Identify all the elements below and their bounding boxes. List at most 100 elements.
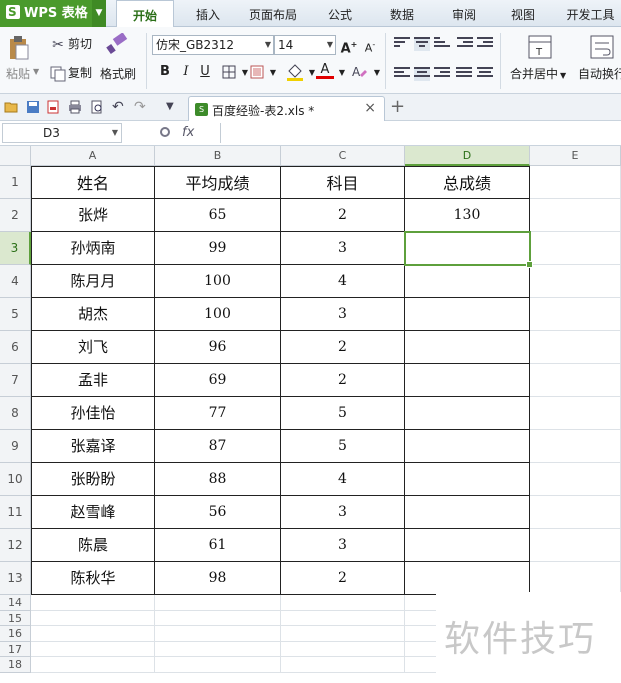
row-header[interactable]: 18	[0, 657, 31, 673]
empty-cell[interactable]	[31, 657, 155, 673]
format-painter-label[interactable]: 格式刷	[100, 65, 136, 82]
chevron-down-icon[interactable]: ▼	[92, 0, 106, 27]
italic-button[interactable]: I	[177, 63, 195, 81]
app-menu-button[interactable]: WPS 表格 ▼	[0, 0, 106, 27]
table-cell[interactable]: 陈晨	[31, 529, 155, 562]
empty-cell[interactable]	[155, 641, 281, 657]
table-cell[interactable]: 100	[155, 298, 281, 331]
row-header[interactable]: 8	[0, 397, 31, 430]
table-cell[interactable]: 4	[281, 463, 405, 496]
chevron-down-icon[interactable]: ▼	[264, 64, 282, 82]
ribbon-tab[interactable]: 审阅	[446, 0, 482, 27]
empty-cell[interactable]	[530, 529, 621, 562]
table-cell[interactable]: 5	[281, 397, 405, 430]
table-cell[interactable]: 2	[281, 562, 405, 595]
name-box[interactable]: D3 ▼	[2, 123, 122, 143]
ribbon-tab[interactable]: 插入	[188, 0, 228, 27]
row-header[interactable]: 9	[0, 430, 31, 463]
table-cell[interactable]	[405, 364, 530, 397]
ribbon-tab[interactable]: 数据	[384, 0, 420, 27]
ribbon-tab[interactable]: 页面布局	[240, 0, 306, 27]
chevron-down-icon[interactable]: ▼	[112, 124, 118, 142]
empty-cell[interactable]	[31, 595, 155, 611]
select-all-corner[interactable]	[0, 146, 31, 166]
row-header[interactable]: 12	[0, 529, 31, 562]
table-header-cell[interactable]: 总成绩	[405, 166, 530, 199]
row-header[interactable]: 5	[0, 298, 31, 331]
table-cell[interactable]: 56	[155, 496, 281, 529]
grow-font-icon[interactable]: A+	[340, 36, 358, 56]
font-color-button[interactable]: A	[316, 61, 334, 79]
table-cell[interactable]: 2	[281, 364, 405, 397]
table-header-cell[interactable]: 平均成绩	[155, 166, 281, 199]
table-cell[interactable]: 赵雪峰	[31, 496, 155, 529]
empty-cell[interactable]	[530, 463, 621, 496]
table-cell[interactable]: 96	[155, 331, 281, 364]
wrap-text-icon[interactable]	[590, 35, 614, 59]
table-cell[interactable]: 张嘉译	[31, 430, 155, 463]
empty-cell[interactable]	[530, 562, 621, 595]
table-cell[interactable]	[405, 397, 530, 430]
ribbon-tab[interactable]: 开发工具	[560, 0, 621, 27]
cut-button[interactable]: ✂ 剪切	[50, 35, 92, 53]
row-header[interactable]: 3	[0, 232, 31, 265]
column-header[interactable]: D	[405, 146, 530, 166]
table-cell[interactable]: 98	[155, 562, 281, 595]
redo-icon[interactable]: ↷	[134, 100, 148, 114]
open-folder-icon[interactable]	[4, 100, 18, 114]
justify-icon[interactable]	[456, 67, 472, 81]
distributed-icon[interactable]	[477, 67, 493, 81]
row-header[interactable]: 4	[0, 265, 31, 298]
table-cell[interactable]: 孙佳怡	[31, 397, 155, 430]
merge-center-button[interactable]: 合并居中 ▼	[510, 65, 566, 82]
increase-indent-icon[interactable]	[477, 37, 493, 51]
table-cell[interactable]: 2	[281, 199, 405, 232]
column-header[interactable]: C	[281, 146, 405, 166]
table-cell[interactable]: 刘飞	[31, 331, 155, 364]
table-cell[interactable]: 99	[155, 232, 281, 265]
table-cell[interactable]: 陈月月	[31, 265, 155, 298]
ribbon-tab[interactable]: 视图	[504, 0, 542, 27]
table-cell[interactable]: 2	[281, 331, 405, 364]
align-left-icon[interactable]	[394, 67, 410, 81]
empty-cell[interactable]	[530, 496, 621, 529]
paste-dropdown-icon[interactable]: ▼	[33, 67, 39, 76]
align-right-icon[interactable]	[434, 67, 450, 81]
empty-cell[interactable]	[281, 641, 405, 657]
table-cell[interactable]: 88	[155, 463, 281, 496]
row-header[interactable]: 11	[0, 496, 31, 529]
bold-button[interactable]: B	[156, 63, 174, 81]
paste-label[interactable]: 粘贴	[6, 65, 30, 82]
empty-cell[interactable]	[155, 610, 281, 626]
underline-button[interactable]: U	[196, 63, 214, 81]
table-header-cell[interactable]: 科目	[281, 166, 405, 199]
table-cell[interactable]	[405, 265, 530, 298]
table-cell[interactable]: 张盼盼	[31, 463, 155, 496]
font-size-select[interactable]: 14 ▼	[274, 35, 336, 55]
table-cell[interactable]: 3	[281, 232, 405, 265]
table-cell[interactable]: 65	[155, 199, 281, 232]
table-cell[interactable]: 胡杰	[31, 298, 155, 331]
ribbon-tab[interactable]: 公式	[320, 0, 360, 27]
empty-cell[interactable]	[155, 657, 281, 673]
empty-cell[interactable]	[530, 397, 621, 430]
document-tab[interactable]: S 百度经验-表2.xls * ×	[188, 96, 385, 121]
clear-format-icon[interactable]: A	[350, 63, 368, 81]
row-header[interactable]: 2	[0, 199, 31, 232]
column-header[interactable]: A	[31, 146, 155, 166]
empty-cell[interactable]	[530, 364, 621, 397]
row-header[interactable]: 6	[0, 331, 31, 364]
table-cell[interactable]: 61	[155, 529, 281, 562]
new-tab-icon[interactable]: +	[390, 96, 405, 117]
column-header[interactable]: E	[530, 146, 621, 166]
shrink-font-icon[interactable]: A-	[361, 36, 379, 55]
empty-cell[interactable]	[155, 626, 281, 642]
table-cell[interactable]	[405, 331, 530, 364]
empty-cell[interactable]	[281, 657, 405, 673]
search-icon[interactable]	[160, 127, 170, 137]
paste-button[interactable]	[8, 35, 32, 61]
table-cell[interactable]	[405, 496, 530, 529]
table-cell[interactable]	[405, 430, 530, 463]
table-cell[interactable]: 孟非	[31, 364, 155, 397]
table-cell[interactable]: 3	[281, 298, 405, 331]
